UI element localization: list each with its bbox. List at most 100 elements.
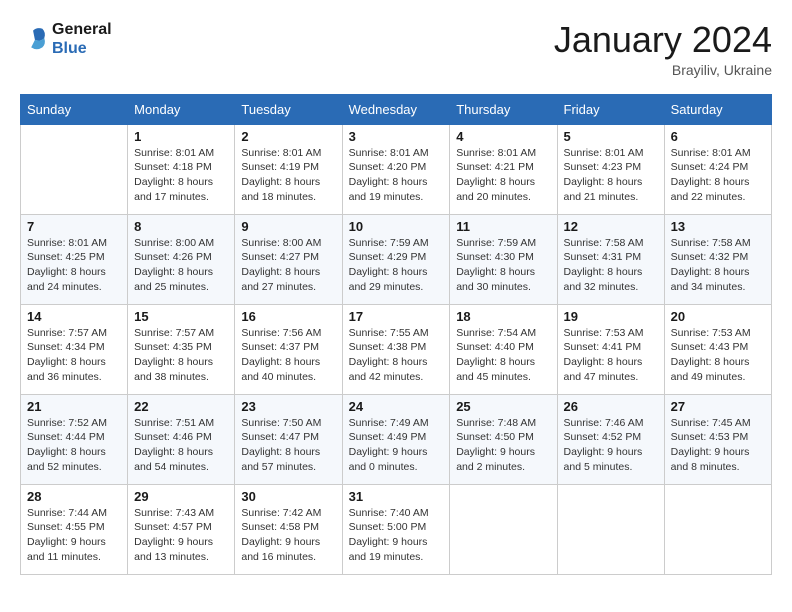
month-title: January 2024	[554, 20, 772, 60]
day-info: Sunrise: 8:01 AM Sunset: 4:19 PM Dayligh…	[241, 146, 335, 205]
calendar: SundayMondayTuesdayWednesdayThursdayFrid…	[20, 94, 772, 575]
calendar-cell: 15Sunrise: 7:57 AM Sunset: 4:35 PM Dayli…	[128, 304, 235, 394]
calendar-cell: 1Sunrise: 8:01 AM Sunset: 4:18 PM Daylig…	[128, 124, 235, 214]
day-number: 30	[241, 489, 335, 504]
page-header: General Blue January 2024 Brayiliv, Ukra…	[20, 20, 772, 78]
day-number: 14	[27, 309, 121, 324]
day-info: Sunrise: 7:55 AM Sunset: 4:38 PM Dayligh…	[349, 326, 444, 385]
day-number: 18	[456, 309, 550, 324]
day-number: 22	[134, 399, 228, 414]
calendar-cell: 6 Sunrise: 8:01 AM Sunset: 4:24 PM Daylig…	[664, 124, 771, 214]
day-info: Sunrise: 7:54 AM Sunset: 4:40 PM Dayligh…	[456, 326, 550, 385]
calendar-cell	[664, 484, 771, 574]
day-number: 25	[456, 399, 550, 414]
calendar-cell: 31 Sunrise: 7:40 AM Sunset: 5:00 PM Dayli…	[342, 484, 450, 574]
day-number: 7	[27, 219, 121, 234]
day-info: Sunrise: 7:46 AM Sunset: 4:52 PM Dayligh…	[564, 416, 658, 475]
day-info: Sunrise: 8:01 AM Sunset: 4:20 PM Dayligh…	[349, 146, 444, 205]
logo-icon	[20, 25, 48, 53]
day-number: 2	[241, 129, 335, 144]
day-info: Sunrise: 7:42 AM Sunset: 4:58 PM Dayligh…	[241, 506, 335, 565]
calendar-cell: 19 Sunrise: 7:53 AM Sunset: 4:41 PM Dayli…	[557, 304, 664, 394]
day-number: 31	[349, 489, 444, 504]
day-info: Sunrise: 7:45 AM Sunset: 4:53 PM Dayligh…	[671, 416, 765, 475]
day-info: Sunrise: 7:44 AM Sunset: 4:55 PM Dayligh…	[27, 506, 121, 565]
day-info: Sunrise: 7:57 AM Sunset: 4:35 PM Dayligh…	[134, 326, 228, 385]
location: Brayiliv, Ukraine	[554, 62, 772, 78]
calendar-week-row: 14 Sunrise: 7:57 AM Sunset: 4:34 PM Dayli…	[21, 304, 772, 394]
day-number: 11	[456, 219, 550, 234]
calendar-cell	[450, 484, 557, 574]
day-info: Sunrise: 8:01 AM Sunset: 4:25 PM Dayligh…	[27, 236, 121, 295]
calendar-cell: 11 Sunrise: 7:59 AM Sunset: 4:30 PM Dayli…	[450, 214, 557, 304]
calendar-cell: 24 Sunrise: 7:49 AM Sunset: 4:49 PM Dayli…	[342, 394, 450, 484]
day-number: 23	[241, 399, 335, 414]
day-number: 8	[134, 219, 228, 234]
calendar-cell: 18 Sunrise: 7:54 AM Sunset: 4:40 PM Dayli…	[450, 304, 557, 394]
day-number: 10	[349, 219, 444, 234]
calendar-cell	[557, 484, 664, 574]
calendar-cell: 17 Sunrise: 7:55 AM Sunset: 4:38 PM Dayli…	[342, 304, 450, 394]
day-info: Sunrise: 8:00 AM Sunset: 4:26 PM Dayligh…	[134, 236, 228, 295]
calendar-cell: 27Sunrise: 7:45 AM Sunset: 4:53 PM Dayli…	[664, 394, 771, 484]
day-number: 19	[564, 309, 658, 324]
calendar-cell: 23 Sunrise: 7:50 AM Sunset: 4:47 PM Dayli…	[235, 394, 342, 484]
logo: General Blue	[20, 20, 112, 58]
calendar-cell: 16 Sunrise: 7:56 AM Sunset: 4:37 PM Dayli…	[235, 304, 342, 394]
calendar-cell: 13Sunrise: 7:58 AM Sunset: 4:32 PM Dayli…	[664, 214, 771, 304]
day-info: Sunrise: 7:49 AM Sunset: 4:49 PM Dayligh…	[349, 416, 444, 475]
calendar-cell	[21, 124, 128, 214]
calendar-cell: 12 Sunrise: 7:58 AM Sunset: 4:31 PM Dayli…	[557, 214, 664, 304]
day-info: Sunrise: 7:53 AM Sunset: 4:43 PM Dayligh…	[671, 326, 765, 385]
calendar-cell: 14 Sunrise: 7:57 AM Sunset: 4:34 PM Dayli…	[21, 304, 128, 394]
calendar-cell: 28Sunrise: 7:44 AM Sunset: 4:55 PM Dayli…	[21, 484, 128, 574]
calendar-cell: 7 Sunrise: 8:01 AM Sunset: 4:25 PM Daylig…	[21, 214, 128, 304]
calendar-cell: 26 Sunrise: 7:46 AM Sunset: 4:52 PM Dayli…	[557, 394, 664, 484]
day-number: 20	[671, 309, 765, 324]
day-number: 16	[241, 309, 335, 324]
day-number: 5	[564, 129, 658, 144]
calendar-cell: 30 Sunrise: 7:42 AM Sunset: 4:58 PM Dayli…	[235, 484, 342, 574]
day-info: Sunrise: 7:58 AM Sunset: 4:32 PM Dayligh…	[671, 236, 765, 295]
day-info: Sunrise: 7:53 AM Sunset: 4:41 PM Dayligh…	[564, 326, 658, 385]
day-number: 12	[564, 219, 658, 234]
day-info: Sunrise: 7:52 AM Sunset: 4:44 PM Dayligh…	[27, 416, 121, 475]
calendar-cell: 9 Sunrise: 8:00 AM Sunset: 4:27 PM Daylig…	[235, 214, 342, 304]
day-info: Sunrise: 7:40 AM Sunset: 5:00 PM Dayligh…	[349, 506, 444, 565]
calendar-cell: 3 Sunrise: 8:01 AM Sunset: 4:20 PM Daylig…	[342, 124, 450, 214]
day-info: Sunrise: 8:01 AM Sunset: 4:23 PM Dayligh…	[564, 146, 658, 205]
day-number: 9	[241, 219, 335, 234]
day-number: 1	[134, 129, 228, 144]
day-number: 29	[134, 489, 228, 504]
calendar-week-row: 7 Sunrise: 8:01 AM Sunset: 4:25 PM Daylig…	[21, 214, 772, 304]
day-info: Sunrise: 8:01 AM Sunset: 4:24 PM Dayligh…	[671, 146, 765, 205]
day-info: Sunrise: 7:59 AM Sunset: 4:30 PM Dayligh…	[456, 236, 550, 295]
calendar-week-row: 1Sunrise: 8:01 AM Sunset: 4:18 PM Daylig…	[21, 124, 772, 214]
day-info: Sunrise: 7:56 AM Sunset: 4:37 PM Dayligh…	[241, 326, 335, 385]
calendar-cell: 10 Sunrise: 7:59 AM Sunset: 4:29 PM Dayli…	[342, 214, 450, 304]
weekday-header: Saturday	[664, 94, 771, 124]
calendar-week-row: 28Sunrise: 7:44 AM Sunset: 4:55 PM Dayli…	[21, 484, 772, 574]
day-number: 4	[456, 129, 550, 144]
day-info: Sunrise: 7:50 AM Sunset: 4:47 PM Dayligh…	[241, 416, 335, 475]
day-info: Sunrise: 7:48 AM Sunset: 4:50 PM Dayligh…	[456, 416, 550, 475]
day-number: 6	[671, 129, 765, 144]
calendar-cell: 5 Sunrise: 8:01 AM Sunset: 4:23 PM Daylig…	[557, 124, 664, 214]
day-info: Sunrise: 7:43 AM Sunset: 4:57 PM Dayligh…	[134, 506, 228, 565]
weekday-header: Wednesday	[342, 94, 450, 124]
logo-text: General Blue	[52, 20, 112, 58]
weekday-header: Sunday	[21, 94, 128, 124]
day-number: 3	[349, 129, 444, 144]
day-info: Sunrise: 7:57 AM Sunset: 4:34 PM Dayligh…	[27, 326, 121, 385]
day-info: Sunrise: 8:00 AM Sunset: 4:27 PM Dayligh…	[241, 236, 335, 295]
calendar-week-row: 21 Sunrise: 7:52 AM Sunset: 4:44 PM Dayli…	[21, 394, 772, 484]
day-number: 26	[564, 399, 658, 414]
day-number: 17	[349, 309, 444, 324]
calendar-cell: 25 Sunrise: 7:48 AM Sunset: 4:50 PM Dayli…	[450, 394, 557, 484]
calendar-cell: 29 Sunrise: 7:43 AM Sunset: 4:57 PM Dayli…	[128, 484, 235, 574]
day-info: Sunrise: 7:59 AM Sunset: 4:29 PM Dayligh…	[349, 236, 444, 295]
day-number: 21	[27, 399, 121, 414]
weekday-header: Friday	[557, 94, 664, 124]
day-number: 24	[349, 399, 444, 414]
day-info: Sunrise: 7:58 AM Sunset: 4:31 PM Dayligh…	[564, 236, 658, 295]
